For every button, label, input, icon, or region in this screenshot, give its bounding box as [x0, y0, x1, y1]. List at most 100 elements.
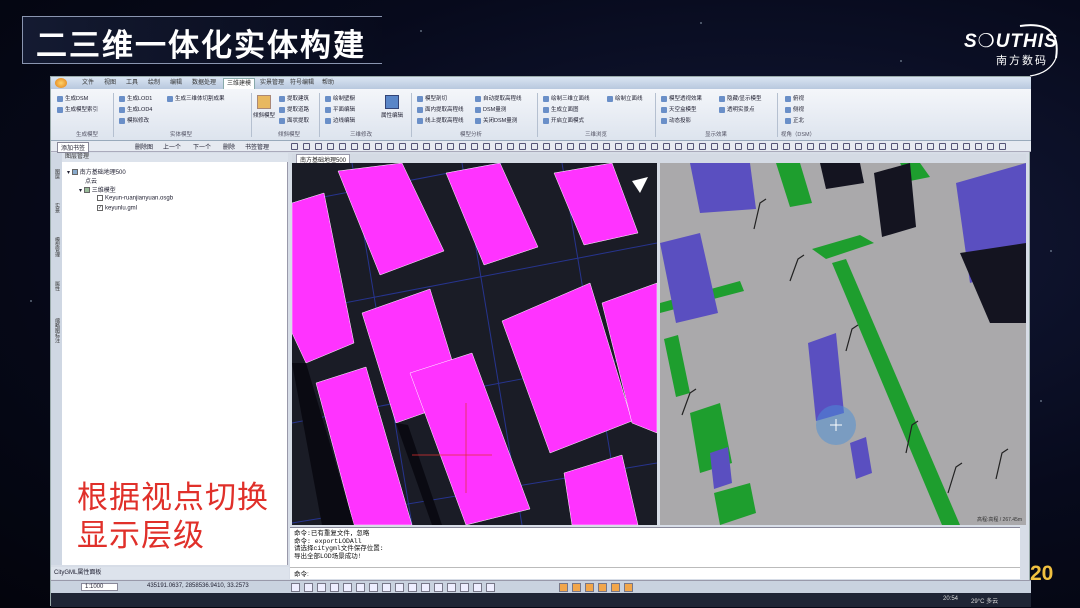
ribbon-elevation-mode[interactable]: 开启立面模式 — [543, 117, 584, 126]
toolbar-tool-icon[interactable] — [579, 143, 586, 150]
vtab-reality[interactable]: 实景 — [52, 193, 61, 223]
status-toggle-button[interactable] — [572, 583, 581, 592]
tree-item-osgb[interactable]: Keyun-ruanjianyuan.osgb — [97, 195, 173, 202]
toolbar-tool-icon[interactable] — [927, 143, 934, 150]
checkbox-checked[interactable]: ✓ — [97, 205, 103, 211]
toolbar-tool-icon[interactable] — [543, 143, 550, 150]
tab-file[interactable]: 文件 — [79, 78, 97, 89]
add-bookmark-button[interactable]: 添加书签 — [57, 142, 90, 153]
toolbar-tool-icon[interactable] — [963, 143, 970, 150]
ribbon-draw-elevation-line[interactable]: 绘制三维立面线 — [543, 95, 590, 104]
status-toggle-button[interactable] — [356, 583, 365, 592]
toolbar-tool-icon[interactable] — [951, 143, 958, 150]
toolbar-tool-icon[interactable] — [411, 143, 418, 150]
tree-item-gml[interactable]: ✓ keyunlu.gml — [97, 205, 137, 212]
next-button[interactable]: 下一个 — [193, 142, 211, 151]
toolbar-tool-icon[interactable] — [291, 143, 298, 150]
toolbar-tool-icon[interactable] — [675, 143, 682, 150]
toolbar-tool-icon[interactable] — [615, 143, 622, 150]
map-2d-view[interactable] — [292, 163, 657, 525]
status-toggle-button[interactable] — [598, 583, 607, 592]
scale-select[interactable]: 1:1000 — [81, 583, 119, 591]
vtab-thumbnail[interactable]: 缩略图标注 — [52, 305, 61, 355]
ribbon-auto-contour[interactable]: 自动提取高程线 — [475, 95, 522, 104]
ribbon-model-index[interactable]: 生成模型索引 — [57, 106, 98, 115]
toolbar-tool-icon[interactable] — [807, 143, 814, 150]
tree-item-point-cloud[interactable]: 点云 — [85, 176, 97, 185]
toolbar-tool-icon[interactable] — [423, 143, 430, 150]
toolbar-tool-icon[interactable] — [831, 143, 838, 150]
toolbar-tool-icon[interactable] — [795, 143, 802, 150]
ribbon-draw-wall[interactable]: 绘制壁橱 — [325, 95, 355, 104]
ribbon-plane-edit[interactable]: 平面编辑 — [325, 106, 355, 115]
status-toggle-button[interactable] — [611, 583, 620, 592]
delete-map-button[interactable]: 删除图 — [135, 142, 153, 151]
toolbar-tool-icon[interactable] — [819, 143, 826, 150]
tree-item-3d-model[interactable]: ▾ 三维模型 — [79, 185, 116, 194]
ribbon-simulate[interactable]: 模拟修改 — [119, 117, 149, 126]
toolbar-tool-icon[interactable] — [903, 143, 910, 150]
tree-root[interactable]: ▾ 南方基础地理500 — [67, 167, 126, 176]
toolbar-tool-icon[interactable] — [699, 143, 706, 150]
ribbon-draw-facade[interactable]: 绘制立面线 — [607, 95, 643, 104]
tab-tools[interactable]: 工具 — [123, 78, 141, 89]
toolbar-tool-icon[interactable] — [375, 143, 382, 150]
ribbon-hide-show-model[interactable]: 隐藏/显示模型 — [719, 95, 762, 104]
delete-button[interactable]: 删除 — [223, 142, 235, 151]
tab-3d-modeling[interactable]: 三维建模 — [223, 78, 256, 89]
tab-data-processing[interactable]: 数据处理 — [189, 78, 219, 89]
toolbar-tool-icon[interactable] — [747, 143, 754, 150]
toolbar-tool-icon[interactable] — [387, 143, 394, 150]
ribbon-3d-cut[interactable]: 生成三维体切割成果 — [167, 95, 225, 104]
toolbar-tool-icon[interactable] — [471, 143, 478, 150]
status-toggle-button[interactable] — [460, 583, 469, 592]
ribbon-model-transparency[interactable]: 模型透视效果 — [661, 95, 702, 104]
ribbon-transparent-points[interactable]: 透明实景点 — [719, 106, 755, 115]
toolbar-tool-icon[interactable] — [447, 143, 454, 150]
vtab-properties[interactable]: 属性 — [52, 271, 61, 301]
vtab-model-manage[interactable]: 模型管理 — [52, 227, 61, 267]
status-toggle-button[interactable] — [486, 583, 495, 592]
toolbar-tool-icon[interactable] — [939, 143, 946, 150]
tab-help[interactable]: 帮助 — [319, 78, 337, 89]
toolbar-tool-icon[interactable] — [867, 143, 874, 150]
bookmark-manage-button[interactable]: 书签管理 — [245, 142, 269, 151]
vtab-layers[interactable]: 图层 — [52, 159, 61, 189]
toolbar-tool-icon[interactable] — [435, 143, 442, 150]
ribbon-edge-edit[interactable]: 边线编辑 — [325, 117, 355, 126]
tab-symbol-edit[interactable]: 符号编辑 — [287, 78, 317, 89]
toolbar-tool-icon[interactable] — [879, 143, 886, 150]
status-toggle-button[interactable] — [382, 583, 391, 592]
command-input[interactable]: 命令: — [290, 567, 1020, 578]
toolbar-tool-icon[interactable] — [975, 143, 982, 150]
map-3d-view[interactable]: 高程:高程 / 267.45m — [660, 163, 1026, 525]
ribbon-skybox[interactable]: 天空盒模型 — [661, 106, 697, 115]
ribbon-lod1[interactable]: 生成LOD1 — [119, 95, 152, 104]
ribbon-lod4[interactable]: 生成LOD4 — [119, 106, 152, 115]
previous-button[interactable]: 上一个 — [163, 142, 181, 151]
status-toggle-button[interactable] — [369, 583, 378, 592]
toolbar-tool-icon[interactable] — [735, 143, 742, 150]
ribbon-top-view[interactable]: 俯视 — [785, 95, 804, 104]
status-toggle-button[interactable] — [330, 583, 339, 592]
toolbar-tool-icon[interactable] — [915, 143, 922, 150]
toolbar-tool-icon[interactable] — [591, 143, 598, 150]
ribbon-generate-elevation[interactable]: 生成立面图 — [543, 106, 579, 115]
toolbar-tool-icon[interactable] — [399, 143, 406, 150]
tab-view[interactable]: 视图 — [101, 78, 119, 89]
toolbar-tool-icon[interactable] — [459, 143, 466, 150]
toolbar-tool-icon[interactable] — [315, 143, 322, 150]
toolbar-tool-icon[interactable] — [303, 143, 310, 150]
ribbon-model-cut[interactable]: 模型剖切 — [417, 95, 447, 104]
tab-draw[interactable]: 绘制 — [145, 78, 163, 89]
toolbar-tool-icon[interactable] — [603, 143, 610, 150]
app-logo-icon[interactable] — [55, 78, 67, 88]
toolbar-tool-icon[interactable] — [483, 143, 490, 150]
tilt-model-icon[interactable] — [257, 95, 271, 109]
ribbon-side-view[interactable]: 侧视 — [785, 106, 804, 115]
toolbar-tool-icon[interactable] — [567, 143, 574, 150]
toolbar-tool-icon[interactable] — [555, 143, 562, 150]
toolbar-tool-icon[interactable] — [639, 143, 646, 150]
toolbar-tool-icon[interactable] — [771, 143, 778, 150]
toolbar-tool-icon[interactable] — [507, 143, 514, 150]
